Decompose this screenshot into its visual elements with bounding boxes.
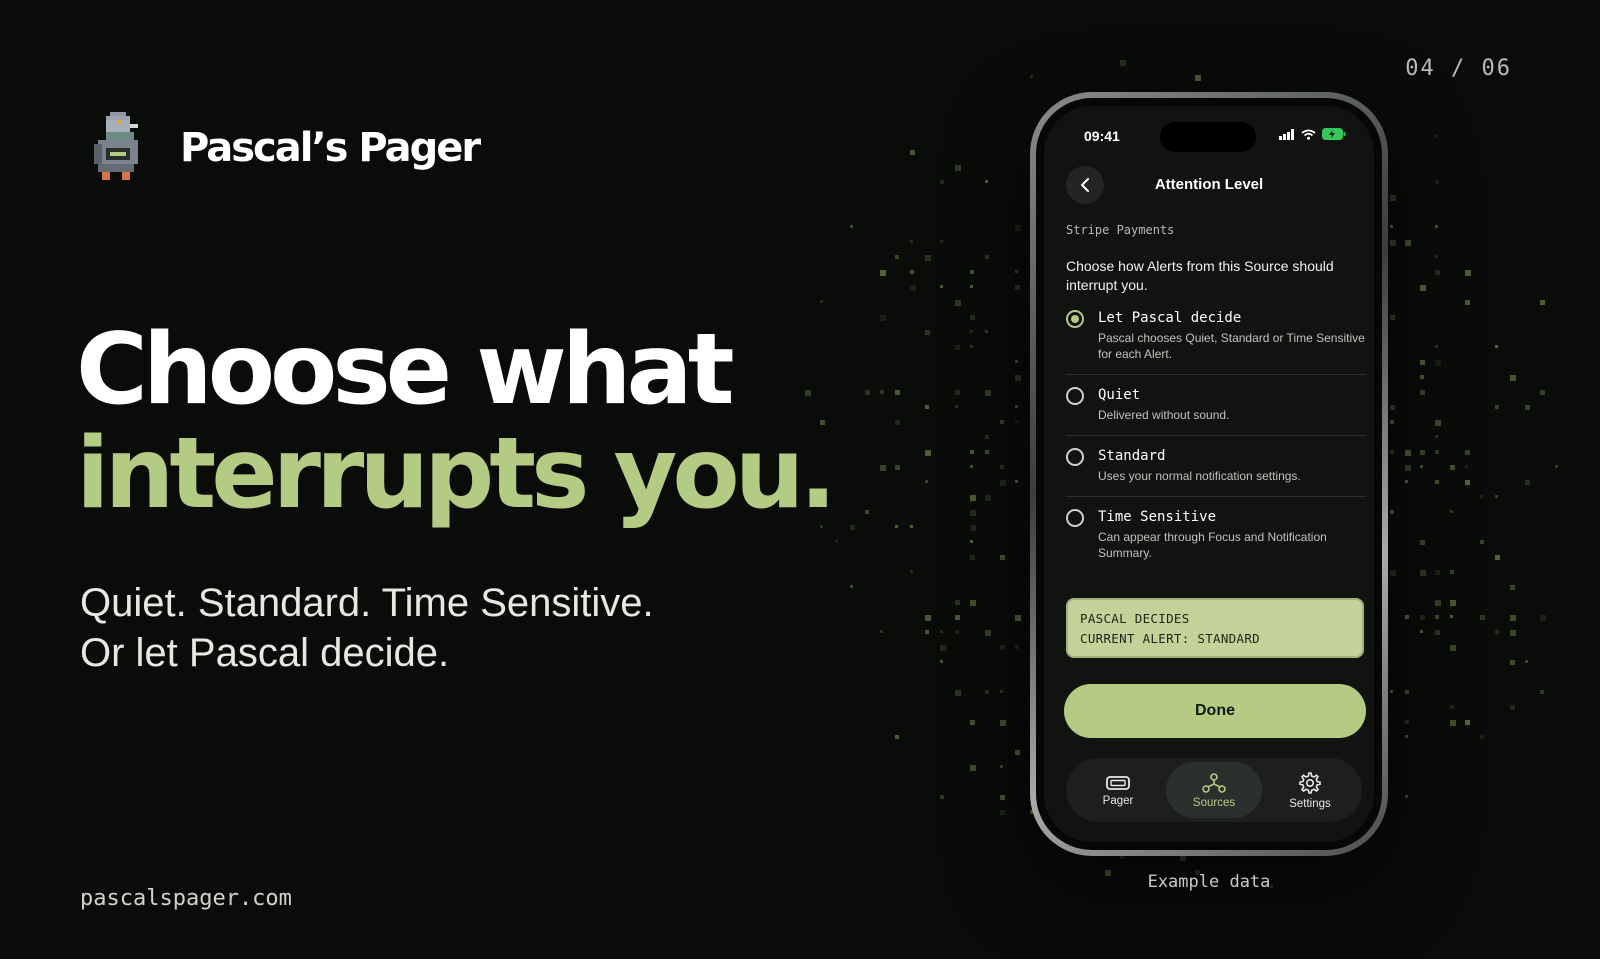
status-line-2: CURRENT ALERT: STANDARD: [1080, 631, 1260, 646]
signal-icon: [1279, 128, 1294, 140]
option-title: Let Pascal decide: [1098, 310, 1242, 326]
option-title: Standard: [1098, 448, 1166, 464]
example-data-caption: Example data: [1147, 872, 1271, 892]
option-standard[interactable]: Standard Uses your normal notification s…: [1066, 436, 1366, 497]
subheadline-line-1: Quiet. Standard. Time Sensitive.: [80, 581, 654, 625]
option-description: Pascal chooses Quiet, Standard or Time S…: [1098, 331, 1365, 361]
option-description: Can appear through Focus and Notificatio…: [1098, 530, 1327, 560]
screen-description: Choose how Alerts from this Source shoul…: [1066, 258, 1334, 293]
headline-line-1: Choose what: [76, 313, 735, 427]
tab-bar: Pager Sources Settings: [1066, 758, 1362, 822]
subheadline: Quiet. Standard. Time Sensitive. Or let …: [80, 578, 654, 678]
radio-icon[interactable]: [1066, 509, 1084, 527]
option-description: Delivered without sound.: [1098, 408, 1230, 422]
website-url[interactable]: pascalspager.com: [80, 886, 292, 911]
option-time-sensitive[interactable]: Time Sensitive Can appear through Focus …: [1066, 497, 1366, 565]
status-icons: [1279, 128, 1346, 140]
dynamic-island: [1160, 122, 1256, 152]
status-line-1: PASCAL DECIDES: [1080, 611, 1190, 626]
headline: Choose what interrupts you.: [76, 313, 837, 531]
wifi-icon: [1301, 129, 1316, 140]
radio-selected-icon[interactable]: [1066, 310, 1084, 328]
brand: Pascal’s Pager: [78, 108, 481, 188]
brand-name: Pascal’s Pager: [180, 125, 481, 171]
done-button[interactable]: Done: [1064, 684, 1366, 738]
radio-icon[interactable]: [1066, 448, 1084, 466]
tab-sources[interactable]: Sources: [1166, 762, 1262, 818]
phone-mockup: 09:41 Attention Level Stripe Payments Ch…: [1030, 92, 1388, 856]
tab-label: Pager: [1102, 794, 1134, 807]
headline-line-2: interrupts you.: [76, 417, 837, 531]
radio-icon[interactable]: [1066, 387, 1084, 405]
status-time: 09:41: [1084, 128, 1120, 144]
gear-icon: [1299, 771, 1321, 794]
phone-bezel: 09:41 Attention Level Stripe Payments Ch…: [1036, 98, 1382, 850]
nav-bar: Attention Level: [1044, 166, 1374, 206]
tab-label: Sources: [1192, 796, 1236, 809]
phone-screen: 09:41 Attention Level Stripe Payments Ch…: [1044, 106, 1374, 842]
attention-options: Let Pascal decide Pascal chooses Quiet, …: [1066, 310, 1366, 565]
option-quiet[interactable]: Quiet Delivered without sound.: [1066, 375, 1366, 436]
tab-label: Settings: [1289, 797, 1331, 810]
tab-settings[interactable]: Settings: [1262, 762, 1358, 818]
pigeon-logo-icon: [94, 112, 138, 180]
pager-status-display: PASCAL DECIDES CURRENT ALERT: STANDARD: [1066, 598, 1364, 658]
option-title: Quiet: [1098, 387, 1141, 403]
pager-icon: [1106, 775, 1130, 790]
subheadline-line-2: Or let Pascal decide.: [80, 631, 450, 675]
tab-pager[interactable]: Pager: [1070, 762, 1166, 818]
slide-counter: 04 / 06: [1405, 56, 1512, 81]
nav-title: Attention Level: [1154, 176, 1264, 193]
option-description: Uses your normal notification settings.: [1098, 469, 1301, 483]
source-name: Stripe Payments: [1066, 223, 1175, 237]
battery-charging-icon: [1322, 128, 1346, 140]
option-let-pascal-decide[interactable]: Let Pascal decide Pascal chooses Quiet, …: [1066, 310, 1366, 375]
option-title: Time Sensitive: [1098, 509, 1217, 525]
sources-icon: [1202, 772, 1226, 793]
